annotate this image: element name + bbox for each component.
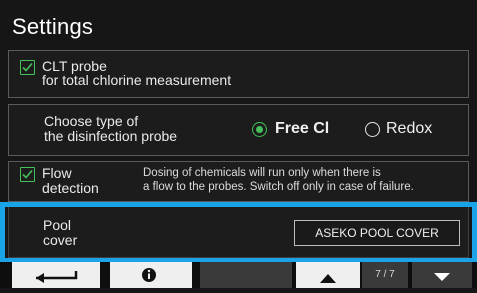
clt-probe-sublabel: for total chlorine measurement	[42, 72, 232, 88]
clt-probe-checkbox[interactable]	[20, 60, 35, 75]
pool-cover-row: Pool cover ASEKO POOL COVER	[8, 206, 469, 258]
flow-detection-sublabel: detection	[42, 180, 99, 196]
nav-spacer	[200, 262, 292, 288]
flow-detection-note: Dosing of chemicals will run only when t…	[143, 167, 381, 179]
disinfection-label: Choose type of	[44, 113, 139, 129]
flow-detection-row[interactable]: Flow detection Dosing of chemicals will …	[8, 161, 469, 202]
page-title: Settings	[12, 14, 94, 39]
free-cl-radio[interactable]	[252, 122, 267, 137]
flow-detection-note-2: a flow to the probes. Switch off only in…	[143, 181, 414, 193]
redox-radio[interactable]	[365, 122, 380, 137]
pool-cover-label: Pool	[43, 217, 72, 233]
back-icon	[36, 271, 78, 283]
back-button[interactable]	[12, 262, 100, 288]
disinfection-probe-row: Choose type of the disinfection probe Fr…	[8, 104, 469, 156]
page-down-button[interactable]	[412, 262, 472, 288]
aseko-pool-cover-button[interactable]: ASEKO POOL COVER	[294, 220, 460, 246]
free-cl-label[interactable]: Free Cl	[275, 120, 329, 138]
page-indicator: 7 / 7	[362, 262, 408, 288]
up-arrow-icon	[320, 274, 336, 283]
redox-label[interactable]: Redox	[386, 120, 432, 138]
disinfection-sublabel: the disinfection probe	[44, 128, 178, 144]
info-button[interactable]	[110, 262, 192, 288]
clt-probe-row[interactable]: CLT probe for total chlorine measurement	[8, 50, 469, 98]
info-icon	[142, 268, 156, 282]
flow-detection-label: Flow	[42, 165, 72, 181]
pool-cover-sublabel: cover	[43, 232, 78, 248]
down-arrow-icon	[434, 273, 450, 281]
checkmark-icon	[22, 169, 33, 179]
checkmark-icon	[22, 62, 33, 72]
flow-detection-checkbox[interactable]	[20, 167, 35, 182]
page-up-button[interactable]	[296, 262, 360, 288]
